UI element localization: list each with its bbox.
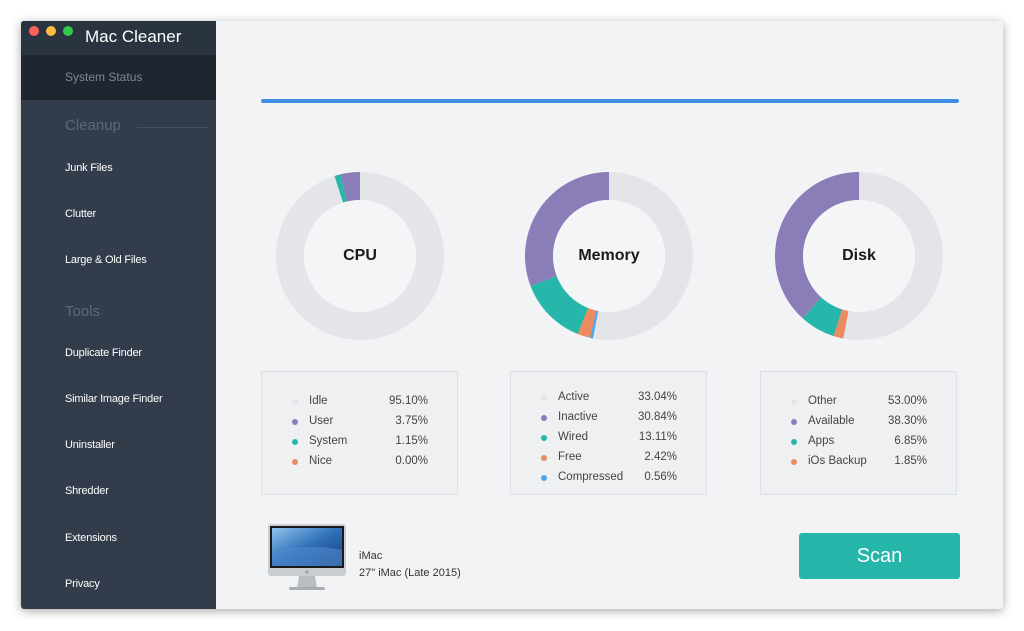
legend-label: Idle bbox=[309, 395, 328, 407]
scan-button[interactable]: Scan bbox=[799, 533, 960, 579]
memory-legend: Active 33.04% Inactive 30.84% Wired 13.11% … bbox=[510, 371, 707, 495]
legend-row: Nice 0.00% bbox=[262, 452, 459, 472]
zoom-window-button[interactable] bbox=[63, 26, 73, 36]
donut-title: CPU bbox=[343, 247, 377, 264]
close-window-button[interactable] bbox=[29, 26, 39, 36]
legend-label: User bbox=[309, 415, 334, 427]
legend-label: Apps bbox=[808, 435, 835, 447]
app-window: Mac Cleaner System Status Cleanup Junk F… bbox=[21, 21, 1003, 609]
legend-row: Active 33.04% bbox=[511, 388, 708, 408]
disk-donut-chart: Disk bbox=[774, 171, 944, 341]
legend-dot bbox=[292, 419, 298, 425]
legend-value: 30.84% bbox=[637, 411, 677, 423]
legend-row: Apps 6.85% bbox=[761, 432, 958, 452]
legend-dot bbox=[292, 439, 298, 445]
legend-row: Inactive 30.84% bbox=[511, 408, 708, 428]
legend-dot bbox=[791, 419, 797, 425]
legend-value: 6.85% bbox=[894, 435, 927, 447]
legend-value: 2.42% bbox=[644, 451, 677, 463]
sidebar-item-junk-files[interactable]: Junk Files bbox=[21, 153, 216, 183]
sidebar-item-similar-image-finder[interactable]: Similar Image Finder bbox=[21, 384, 216, 414]
legend-label: Free bbox=[558, 451, 582, 463]
title-bar: Mac Cleaner bbox=[21, 21, 216, 55]
legend-value: 0.56% bbox=[644, 471, 677, 483]
legend-value: 1.15% bbox=[395, 435, 428, 447]
legend-dot bbox=[541, 395, 547, 401]
sidebar-item-clutter[interactable]: Clutter bbox=[21, 199, 216, 229]
legend-row: User 3.75% bbox=[262, 412, 459, 432]
legend-row: Idle 95.10% bbox=[262, 392, 459, 412]
imac-icon bbox=[267, 524, 347, 592]
donut-title: Memory bbox=[578, 247, 640, 264]
sidebar-item-system-status[interactable]: System Status bbox=[21, 55, 216, 100]
legend-dot bbox=[791, 439, 797, 445]
legend-value: 0.00% bbox=[395, 455, 428, 467]
legend-label: Active bbox=[558, 391, 590, 403]
disk-legend: Other 53.00% Available 38.30% Apps 6.85% iO… bbox=[760, 371, 957, 495]
scan-progress-bar bbox=[261, 99, 959, 103]
legend-dot bbox=[292, 399, 298, 405]
legend-value: 3.75% bbox=[395, 415, 428, 427]
legend-label: System bbox=[309, 435, 348, 447]
sidebar: Mac Cleaner System Status Cleanup Junk F… bbox=[21, 21, 216, 609]
legend-row: Wired 13.11% bbox=[511, 428, 708, 448]
legend-dot bbox=[292, 459, 298, 465]
legend-label: Wired bbox=[558, 431, 589, 443]
legend-value: 1.85% bbox=[894, 455, 927, 467]
section-cleanup: Cleanup bbox=[65, 117, 209, 134]
legend-label: Other bbox=[808, 395, 837, 407]
legend-label: iOs Backup bbox=[808, 455, 867, 467]
legend-label: Inactive bbox=[558, 411, 598, 423]
divider bbox=[137, 127, 209, 128]
legend-dot bbox=[541, 415, 547, 421]
legend-row: Available 38.30% bbox=[761, 412, 958, 432]
device-name: iMac bbox=[359, 550, 383, 562]
legend-label: Nice bbox=[309, 455, 333, 467]
app-title: Mac Cleaner bbox=[85, 27, 182, 46]
legend-label: Available bbox=[808, 415, 855, 427]
legend-value: 33.04% bbox=[637, 391, 677, 403]
legend-value: 95.10% bbox=[388, 395, 428, 407]
section-tools-title: Tools bbox=[65, 303, 101, 320]
sidebar-item-duplicate-finder[interactable]: Duplicate Finder bbox=[21, 338, 216, 368]
legend-dot bbox=[791, 399, 797, 405]
legend-value: 53.00% bbox=[887, 395, 927, 407]
legend-row: iOs Backup 1.85% bbox=[761, 452, 958, 472]
minimize-window-button[interactable] bbox=[46, 26, 56, 36]
legend-value: 38.30% bbox=[887, 415, 927, 427]
sidebar-item-large-old-files[interactable]: Large & Old Files bbox=[21, 245, 216, 275]
sidebar-item-extensions[interactable]: Extensions bbox=[21, 523, 216, 553]
device-model: 27" iMac (Late 2015) bbox=[359, 567, 461, 579]
legend-row: Free 2.42% bbox=[511, 448, 708, 468]
section-tools: Tools bbox=[65, 303, 100, 320]
legend-value: 13.11% bbox=[638, 431, 677, 443]
cpu-legend: Idle 95.10% User 3.75% System 1.15% Nice 0.0… bbox=[261, 371, 458, 495]
memory-donut-chart: Memory bbox=[524, 171, 694, 341]
sidebar-item-uninstaller[interactable]: Uninstaller bbox=[21, 430, 216, 460]
legend-row: System 1.15% bbox=[262, 432, 459, 452]
legend-dot bbox=[791, 459, 797, 465]
legend-row: Compressed 0.56% bbox=[511, 468, 708, 488]
donut-title: Disk bbox=[842, 247, 876, 264]
legend-dot bbox=[541, 455, 547, 461]
sidebar-item-privacy[interactable]: Privacy bbox=[21, 569, 216, 599]
legend-row: Other 53.00% bbox=[761, 392, 958, 412]
legend-label: Compressed bbox=[558, 471, 624, 483]
cpu-donut-chart: CPU bbox=[275, 171, 445, 341]
sidebar-item-shredder[interactable]: Shredder bbox=[21, 476, 216, 506]
legend-dot bbox=[541, 435, 547, 441]
section-cleanup-title: Cleanup bbox=[65, 117, 121, 134]
legend-dot bbox=[541, 475, 547, 481]
